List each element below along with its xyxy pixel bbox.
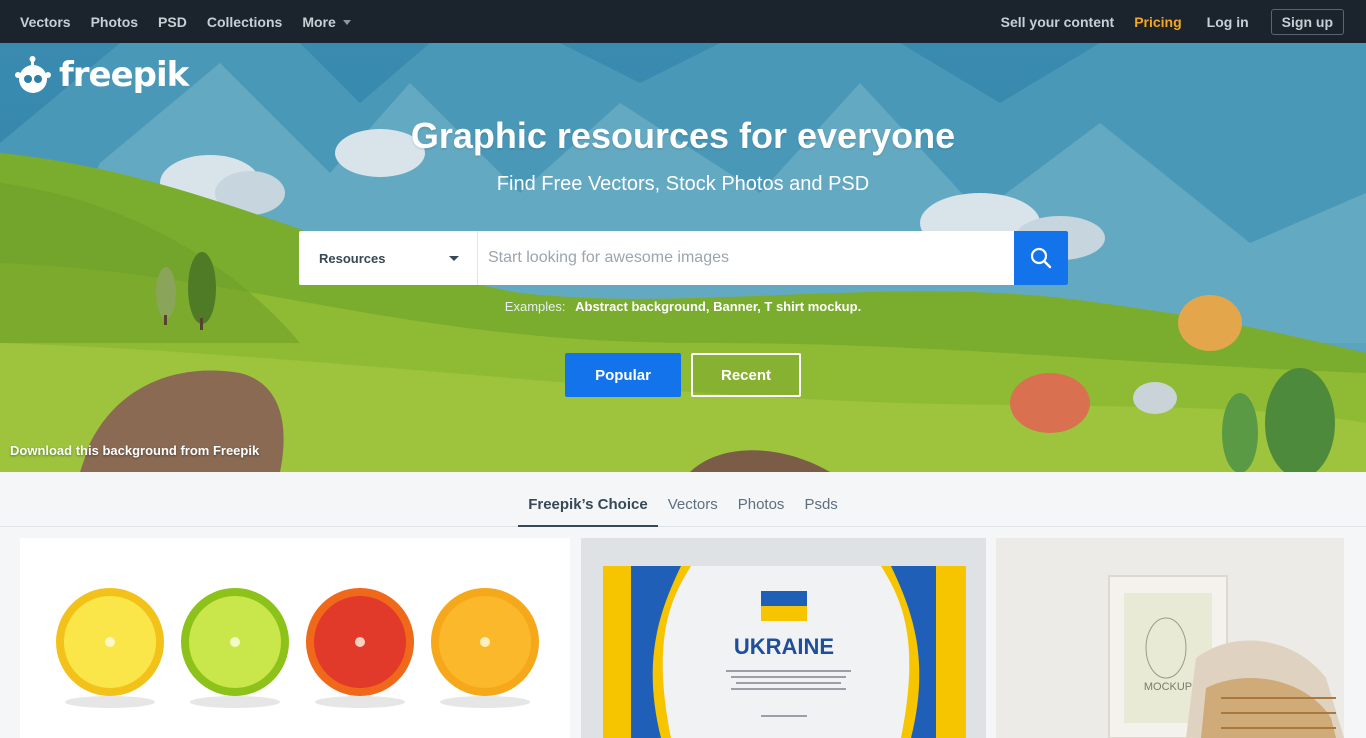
nav-vectors[interactable]: Vectors bbox=[20, 14, 71, 30]
signup-button[interactable]: Sign up bbox=[1270, 8, 1344, 35]
nav-more-label: More bbox=[302, 13, 336, 30]
hero: freepik Graphic resources for everyone F… bbox=[0, 43, 1366, 472]
search-examples: Examples: Abstract background, Banner, T… bbox=[0, 299, 1366, 314]
hero-subtitle: Find Free Vectors, Stock Photos and PSD bbox=[496, 173, 870, 195]
nav-left: Vectors Photos PSD Collections More bbox=[20, 14, 371, 30]
tab-freepiks-choice[interactable]: Freepik’s Choice bbox=[518, 472, 658, 527]
examples-links[interactable]: Abstract background, Banner, T shirt moc… bbox=[575, 299, 861, 314]
nav-collections[interactable]: Collections bbox=[207, 14, 282, 30]
tab-vectors[interactable]: Vectors bbox=[658, 472, 728, 526]
ukraine-title: UKRAINE bbox=[734, 634, 834, 659]
nav-right: Sell your content Pricing Log in Sign up bbox=[976, 8, 1344, 35]
nav-psd[interactable]: PSD bbox=[158, 14, 187, 30]
pricing-link[interactable]: Pricing bbox=[1134, 14, 1181, 30]
search-input[interactable] bbox=[478, 231, 1014, 285]
caret-down-icon bbox=[449, 256, 459, 261]
top-nav: Vectors Photos PSD Collections More Sell… bbox=[0, 0, 1366, 43]
search-icon bbox=[1030, 247, 1052, 269]
frame-mockup-image: MOCKUP bbox=[996, 538, 1344, 738]
examples-label: Examples: bbox=[504, 299, 566, 314]
brand-name: freepik bbox=[59, 55, 189, 95]
freepik-logo[interactable]: freepik bbox=[15, 55, 189, 95]
resources-dropdown-label: Resources bbox=[319, 250, 386, 266]
resource-card-frame-mockup[interactable]: MOCKUP bbox=[996, 538, 1344, 738]
ukraine-certificate-image: UKRAINE bbox=[603, 566, 966, 738]
background-credit-link[interactable]: Download this background from Freepik bbox=[10, 443, 259, 458]
tab-photos[interactable]: Photos bbox=[728, 472, 795, 526]
search-bar: Resources bbox=[299, 231, 1068, 285]
nav-photos[interactable]: Photos bbox=[91, 14, 138, 30]
resource-card-ukraine[interactable]: UKRAINE bbox=[581, 538, 986, 738]
resource-card-citrus[interactable] bbox=[20, 538, 570, 738]
hero-title: Graphic resources for everyone bbox=[410, 115, 956, 156]
chevron-down-icon bbox=[342, 20, 351, 25]
citrus-slices-image bbox=[56, 588, 539, 708]
recent-button[interactable]: Recent bbox=[691, 353, 801, 397]
popular-button[interactable]: Popular bbox=[565, 353, 681, 397]
hero-filter-buttons: Popular Recent bbox=[565, 353, 801, 397]
resources-dropdown[interactable]: Resources bbox=[299, 231, 478, 285]
search-button[interactable] bbox=[1014, 231, 1068, 285]
mockup-label: MOCKUP bbox=[1144, 681, 1192, 693]
freepik-mascot-icon bbox=[15, 55, 55, 95]
content-tabs: Freepik’s Choice Vectors Photos Psds bbox=[0, 472, 1366, 527]
sell-content-link[interactable]: Sell your content bbox=[1001, 14, 1115, 30]
tab-psds[interactable]: Psds bbox=[794, 472, 847, 526]
login-link[interactable]: Log in bbox=[1207, 14, 1249, 30]
nav-more[interactable]: More bbox=[302, 13, 351, 30]
